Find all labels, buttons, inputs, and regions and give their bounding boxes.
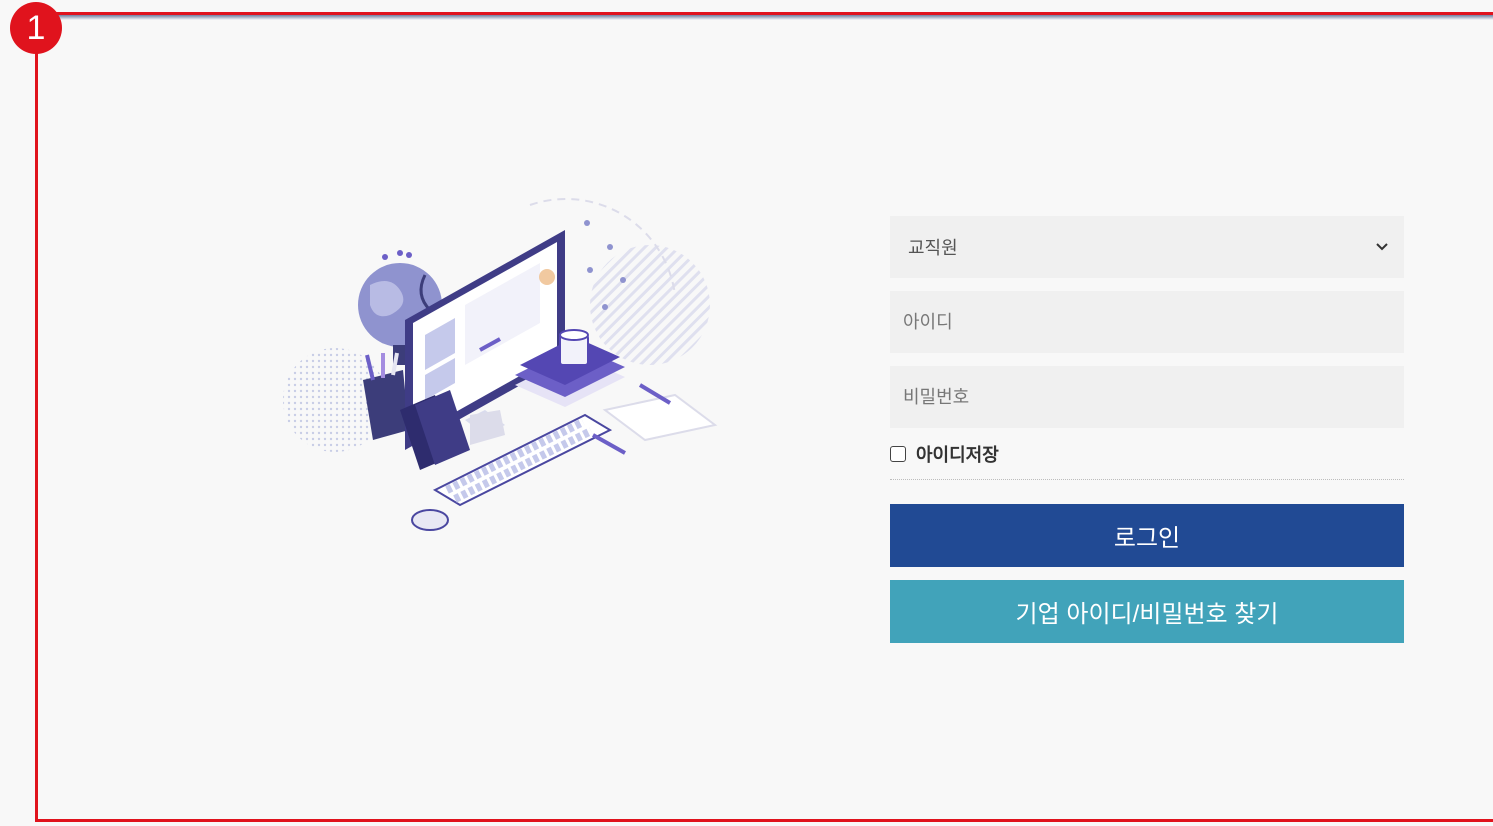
frame-top-shadow bbox=[38, 15, 1493, 20]
login-button[interactable]: 로그인 bbox=[890, 504, 1404, 567]
user-type-selected-value: 교직원 bbox=[908, 238, 958, 259]
find-account-button[interactable]: 기업 아이디/비밀번호 찾기 bbox=[890, 580, 1404, 643]
password-input[interactable] bbox=[890, 366, 1404, 428]
id-input[interactable] bbox=[890, 291, 1404, 353]
user-type-select[interactable]: 교직원 bbox=[890, 216, 1404, 278]
remember-id-label: 아이디저장 bbox=[916, 445, 999, 466]
remember-id-row[interactable]: 아이디저장 bbox=[890, 442, 1404, 466]
login-form: 교직원 아이디저장 로그인 기업 아이디/비밀번호 찾기 bbox=[890, 216, 1404, 643]
step-badge: 1 bbox=[10, 2, 62, 54]
remember-id-checkbox[interactable] bbox=[890, 446, 906, 462]
login-page: 1 교직원 아이디 아이디저장 로그인 기업 아이디/비밀번호 찾기 bbox=[0, 0, 1493, 826]
form-divider bbox=[890, 479, 1404, 480]
chevron-down-icon bbox=[1376, 243, 1388, 251]
computer-workspace-illustration bbox=[283, 198, 718, 531]
